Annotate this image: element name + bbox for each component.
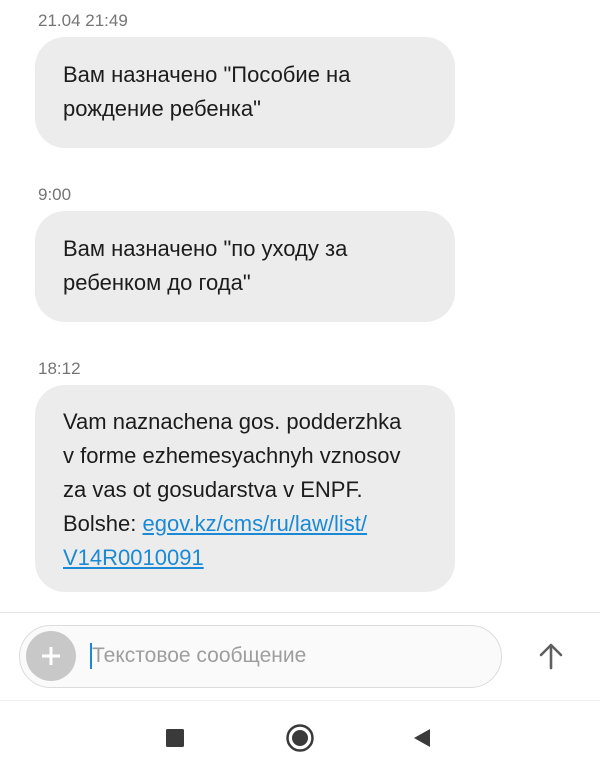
message-link[interactable]: V14R0010091 [63,545,204,570]
link-prefix: Bolshe: [63,511,143,536]
message-text-line: Vam naznachena gos. podderzhka [63,409,402,434]
arrow-up-icon [539,643,563,670]
message-timestamp: 9:00 [38,185,72,204]
message-timestamp: 18:12 [38,359,81,378]
message-list[interactable]: 21.04 21:49 Вам назначено "Пособие на ро… [0,0,600,612]
message-text-line: Вам назначено "Пособие на [63,62,351,87]
message-text-line: Вам назначено "по уходу за [63,236,348,261]
message-bubble[interactable]: Вам назначено "Пособие на рождение ребен… [35,37,455,148]
message-timestamp: 21.04 21:49 [38,11,128,30]
message-link[interactable]: egov.kz/cms/ru/law/list/ [143,511,368,536]
message-text-line: ребенком до года" [63,270,251,295]
message-input[interactable]: Текстовое сообщение [90,626,490,686]
message-text-line: za vas ot gosudarstva v ENPF. [63,477,363,502]
attach-button[interactable] [26,631,76,681]
message-link-line: V14R0010091 [63,541,427,575]
home-button[interactable] [280,720,320,756]
triangle-left-icon [414,729,430,747]
compose-divider [0,612,600,613]
message-input-placeholder: Текстовое сообщение [92,644,307,667]
message-bubble[interactable]: Vam naznachena gos. podderzhka v forme e… [35,385,455,592]
recents-button[interactable] [155,720,195,756]
message-bubble[interactable]: Вам назначено "по уходу за ребенком до г… [35,211,455,322]
message-text-line: рождение ребенка" [63,96,261,121]
navbar-divider [0,700,600,701]
plus-icon [42,647,60,665]
back-button[interactable] [402,720,442,756]
send-button[interactable] [527,634,575,678]
square-icon [166,729,184,747]
circle-icon [286,724,314,752]
compose-bar: Текстовое сообщение [19,625,502,688]
message-text-line: v forme ezhemesyachnyh vznosov [63,443,401,468]
messaging-screen: 21.04 21:49 Вам назначено "Пособие на ро… [0,0,600,773]
message-link-line: Bolshe: egov.kz/cms/ru/law/list/ [63,507,427,541]
